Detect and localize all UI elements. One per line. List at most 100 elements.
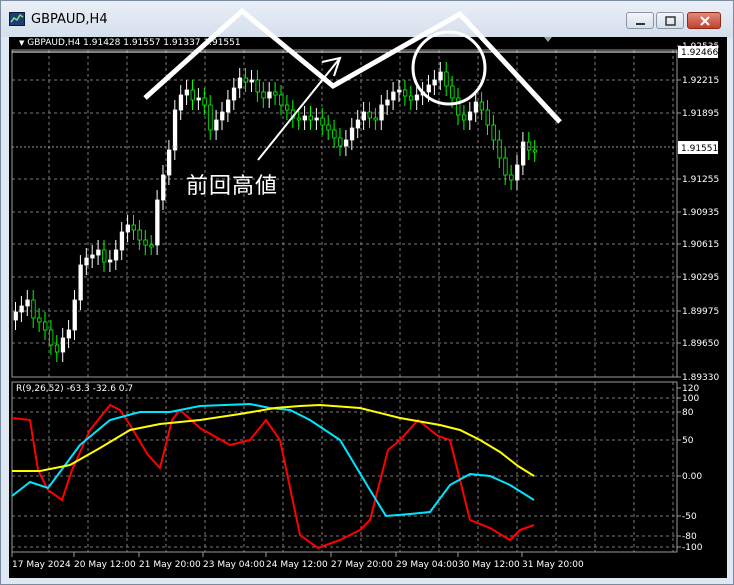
- price-tick-label: 1.89650: [682, 339, 719, 349]
- arrow-drawing[interactable]: [257, 57, 341, 161]
- candle-body: [426, 84, 431, 93]
- candle-body: [361, 111, 367, 121]
- candle-body: [149, 244, 154, 248]
- price-tick-label: 1.89330: [682, 373, 719, 383]
- price-tick-label: 1.91255: [682, 175, 719, 185]
- candle-body: [491, 124, 496, 141]
- candle-body: [243, 77, 249, 83]
- candle-body: [450, 85, 455, 99]
- time-tick-label: 24 May 12:00: [266, 560, 328, 570]
- candle-body: [125, 224, 130, 233]
- candle-body: [485, 109, 490, 126]
- candle-body: [355, 119, 361, 129]
- candle-body: [467, 111, 473, 121]
- candle-body: [155, 199, 160, 246]
- candle-body: [66, 329, 71, 339]
- candle-body: [231, 87, 237, 101]
- candle-body: [479, 101, 485, 111]
- previous-high-annotation[interactable]: 前回高値: [186, 168, 278, 200]
- candle-body: [43, 321, 48, 331]
- candle-body: [332, 129, 337, 139]
- time-axis: 17 May 2024 20 May 12:00 21 May 20:00 23 Ma…: [11, 552, 584, 570]
- candle-body: [31, 299, 36, 319]
- candle-body: [367, 111, 372, 119]
- candle-body: [349, 127, 355, 141]
- candle-body: [414, 94, 420, 101]
- candle-body: [119, 231, 125, 251]
- indicator-header: R(9,26,52) -63.3 -32.6 0.7: [16, 384, 134, 394]
- candle-body: [521, 141, 526, 166]
- candle-body: [284, 104, 290, 111]
- scroll-marker-icon[interactable]: [544, 37, 552, 42]
- price-chart[interactable]: 1.925351.922151.918951.912551.909351.906…: [0, 0, 734, 585]
- m-pattern-drawing[interactable]: [143, 7, 562, 124]
- indicator-tick-label: 0.00: [682, 472, 702, 482]
- candle-body: [78, 264, 83, 301]
- ohlc-readout: GBPAUD,H4 1.91428 1.91557 1.91337 1.9155…: [27, 38, 241, 48]
- main-pane-frame: [11, 49, 678, 378]
- candle-body: [249, 79, 254, 83]
- dropdown-triangle-icon[interactable]: ▼: [19, 39, 24, 47]
- candle-body: [279, 94, 284, 106]
- time-tick-label: 27 May 20:00: [331, 560, 393, 570]
- candle-body: [96, 249, 101, 256]
- highlight-circle-drawing[interactable]: [411, 30, 487, 106]
- candle-body: [320, 117, 325, 126]
- indicator-tick-label: -100: [682, 543, 703, 553]
- candle-body: [526, 141, 532, 151]
- current-price-label: 1.91551: [681, 144, 718, 154]
- candle-body: [202, 97, 207, 106]
- candle-body: [161, 174, 166, 201]
- indicator-tick-label: -80: [682, 532, 697, 542]
- candle-body: [196, 97, 201, 101]
- indicator-tick-label: -50: [682, 512, 697, 522]
- candle-body: [54, 344, 60, 353]
- candle-body: [166, 149, 172, 176]
- time-tick-label: 31 May 20:00: [522, 560, 584, 570]
- time-tick-label: 21 May 20:00: [139, 560, 201, 570]
- candle-body: [172, 109, 178, 151]
- candle-body: [113, 249, 119, 261]
- candle-body: [515, 164, 520, 181]
- candle-body: [456, 97, 461, 116]
- price-tick-label: 1.90935: [682, 208, 719, 218]
- symbol-header: ▼ GBPAUD,H4 1.91428 1.91557 1.91337 1.91…: [19, 38, 241, 48]
- candle-body: [37, 317, 42, 323]
- time-tick-label: 20 May 12:00: [74, 560, 136, 570]
- candle-body: [385, 99, 390, 106]
- indicator-tick-label: 120: [682, 384, 699, 394]
- candle-body: [102, 249, 107, 263]
- candle-body: [190, 89, 195, 101]
- candle-body: [225, 99, 231, 113]
- marker-price-tag: 1.92466: [678, 46, 718, 58]
- candle-body: [438, 71, 443, 81]
- time-tick-label: 29 May 04:00: [396, 560, 458, 570]
- candle-body: [184, 89, 190, 96]
- candle-body: [84, 257, 89, 266]
- candle-body: [25, 299, 30, 307]
- candle-body: [137, 229, 142, 241]
- candle-body: [90, 254, 95, 259]
- candle-body: [237, 77, 243, 89]
- candle-body: [19, 305, 24, 313]
- candle-body: [131, 224, 136, 231]
- candle-body: [326, 124, 331, 131]
- candle-body: [509, 174, 514, 181]
- candle-body: [473, 101, 479, 113]
- candle-body: [343, 139, 349, 147]
- indicator-tick-label: 100: [682, 394, 699, 404]
- candle-body: [379, 104, 384, 121]
- candle-body: [302, 115, 308, 121]
- candle-body: [397, 89, 402, 93]
- candle-body: [13, 311, 18, 321]
- candle-body: [267, 91, 272, 99]
- price-tick-label: 1.90295: [682, 273, 719, 283]
- candle-body: [178, 94, 184, 111]
- current-price-tag: 1.91551: [678, 141, 718, 154]
- candle-body: [444, 71, 449, 87]
- indicator-axis: 120100 80 50 0.00 -50 -80-100: [677, 384, 703, 553]
- price-axis: 1.925351.922151.918951.912551.909351.906…: [677, 42, 719, 383]
- candle-body: [391, 91, 396, 101]
- price-tick-label: 1.89975: [682, 307, 719, 317]
- candle-body: [532, 149, 538, 153]
